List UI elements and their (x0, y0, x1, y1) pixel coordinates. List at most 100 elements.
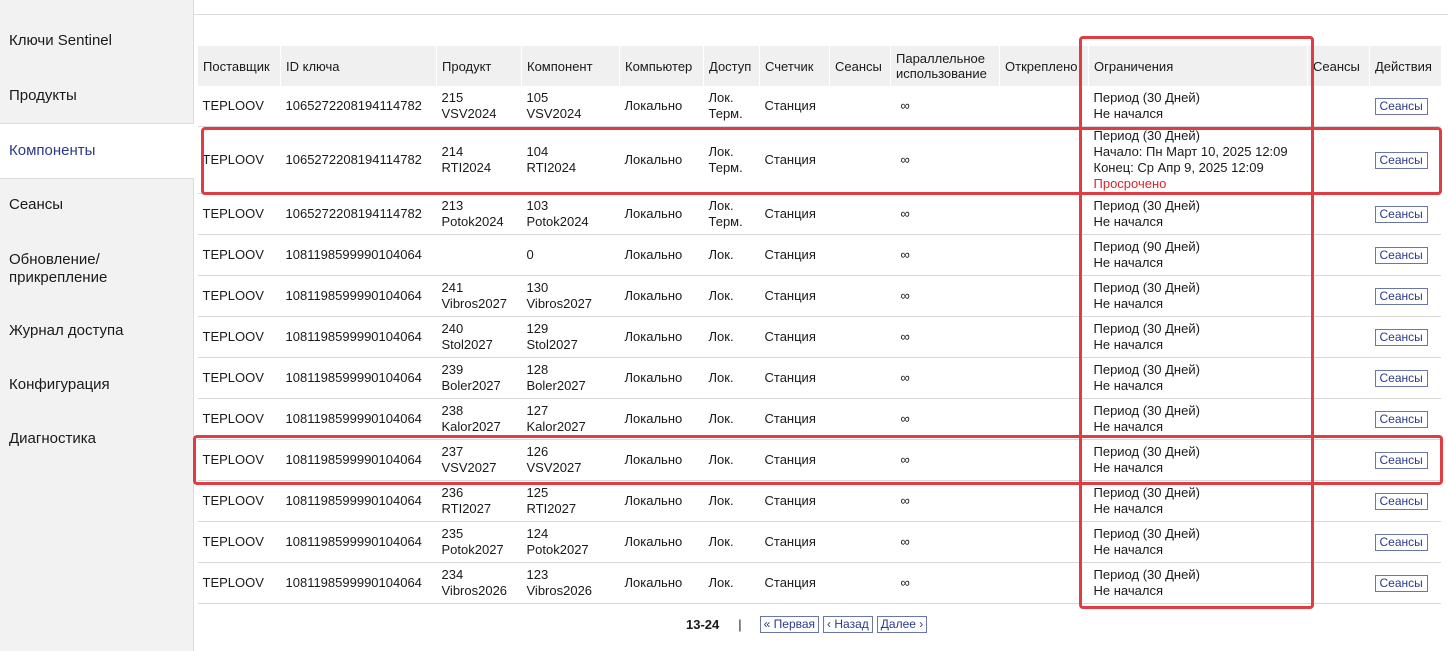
sessions-button[interactable]: Сеансы (1374, 492, 1428, 510)
cell-vendor: TEPLOOV (197, 398, 281, 440)
cell-product-line: Kalor2027 (441, 419, 501, 434)
cell-detached (999, 275, 1089, 317)
sessions-button[interactable]: Сеансы (1374, 205, 1428, 223)
cell-limits-line: Период (30 Дней) (1093, 128, 1200, 143)
page-range: 13-24 (686, 616, 720, 632)
cell-counter: Станция (759, 357, 830, 399)
col-header-counter[interactable]: Счетчик (759, 46, 830, 86)
cell-key-id: 1081198599990104064 (280, 357, 437, 399)
cell-limits-line: Не начался (1093, 419, 1163, 434)
col-header-detached[interactable]: Откреплено (999, 46, 1089, 86)
cell-key-id: 1081198599990104064 (280, 275, 437, 317)
cell-sessions-2 (1307, 398, 1370, 440)
cell-counter: Станция (759, 126, 830, 194)
sidebar-item-components[interactable]: Компоненты (0, 123, 194, 179)
cell-concurrent-line: ∞ (900, 370, 910, 385)
cell-limits-line: Не начался (1093, 501, 1163, 516)
cell-limits-line: Не начался (1093, 583, 1163, 598)
cell-detached (999, 398, 1089, 440)
cell-computer-line: Локально (624, 206, 683, 221)
cell-key-id-line: 1081198599990104064 (285, 534, 422, 549)
cell-computer: Локально (619, 398, 704, 440)
cell-computer: Локально (619, 86, 704, 127)
sidebar-item-sentinel-keys[interactable]: Ключи Sentinel (0, 32, 193, 49)
col-header-access[interactable]: Доступ (703, 46, 760, 86)
cell-limits: Период (30 Дней) Начало: Пн Март 10, 2025… (1088, 126, 1308, 194)
sidebar-item-diagnostics[interactable]: Диагностика (0, 430, 193, 447)
cell-product-line: Potok2027 (441, 542, 504, 557)
cell-product-line: 213 (441, 198, 464, 213)
table-row: TEPLOOV 1065272208194114782 215 VSV2024 105 V… (197, 86, 1441, 127)
cell-access-line: Терм. (708, 214, 743, 229)
table-row: TEPLOOV 1081198599990104064 238 Kalor2027 12… (197, 398, 1441, 440)
sidebar-item-access-log[interactable]: Журнал доступа (0, 322, 193, 339)
col-header-product[interactable]: Продукт (436, 46, 522, 86)
sidebar-item-update-attach[interactable]: Обновление/ прикрепление (0, 251, 193, 287)
cell-computer-line: Локально (624, 493, 683, 508)
cell-component: 130 Vibros2027 (521, 275, 620, 317)
sidebar-item-configuration[interactable]: Конфигурация (0, 376, 193, 393)
cell-component: 103 Potok2024 (521, 193, 620, 235)
sessions-button[interactable]: Сеансы (1374, 246, 1428, 264)
first-page-button[interactable]: « Первая (759, 615, 820, 633)
cell-component-line: Vibros2027 (526, 296, 593, 311)
sessions-button[interactable]: Сеансы (1374, 410, 1428, 428)
cell-vendor: TEPLOOV (197, 234, 281, 276)
sessions-button[interactable]: Сеансы (1374, 151, 1428, 169)
cell-counter-line: Станция (764, 247, 816, 262)
cell-sessions-2 (1307, 480, 1370, 522)
col-header-component[interactable]: Компонент (521, 46, 620, 86)
cell-component: 129 Stol2027 (521, 316, 620, 358)
cell-product-line: 235 (441, 526, 464, 541)
cell-sessions-2 (1307, 316, 1370, 358)
cell-vendor: TEPLOOV (197, 193, 281, 235)
col-header-concurrent[interactable]: Параллельное использование (890, 46, 1000, 86)
sidebar-item-sessions[interactable]: Сеансы (0, 196, 193, 213)
cell-component-line: Vibros2026 (526, 583, 593, 598)
cell-access-line: Лок. (708, 370, 734, 385)
col-header-computer[interactable]: Компьютер (619, 46, 704, 86)
table-row: TEPLOOV 1081198599990104064 240 Stol2027 129… (197, 316, 1441, 358)
cell-computer: Локально (619, 439, 704, 481)
prev-page-button[interactable]: ‹ Назад (823, 615, 873, 633)
sessions-button[interactable]: Сеансы (1374, 533, 1428, 551)
cell-product: 213 Potok2024 (436, 193, 522, 235)
next-page-button[interactable]: Далее › (876, 615, 928, 633)
cell-component-line: 124 (526, 526, 549, 541)
col-header-sessions-2[interactable]: Сеансы (1307, 46, 1370, 86)
cell-vendor: TEPLOOV (197, 521, 281, 563)
cell-component: 124 Potok2027 (521, 521, 620, 563)
cell-limits: Период (30 Дней) Не начался (1088, 86, 1308, 127)
sessions-button[interactable]: Сеансы (1374, 574, 1428, 592)
cell-component: 126 VSV2027 (521, 439, 620, 481)
cell-actions: Сеансы (1369, 275, 1441, 317)
sessions-button[interactable]: Сеансы (1374, 369, 1428, 387)
sessions-button[interactable]: Сеансы (1374, 328, 1428, 346)
sessions-button[interactable]: Сеансы (1374, 287, 1428, 305)
cell-access-line: Лок. (708, 198, 734, 213)
cell-counter: Станция (759, 480, 830, 522)
cell-computer-line: Локально (624, 411, 683, 426)
col-header-key-id[interactable]: ID ключа (280, 46, 437, 86)
cell-counter-line: Станция (764, 329, 816, 344)
col-header-sessions[interactable]: Сеансы (829, 46, 891, 86)
cell-component-line: VSV2027 (526, 460, 582, 475)
cell-key-id: 1065272208194114782 (280, 86, 437, 127)
cell-component-line: 130 (526, 280, 549, 295)
sessions-button[interactable]: Сеансы (1374, 97, 1428, 115)
cell-counter-line: Станция (764, 534, 816, 549)
cell-concurrent-line: ∞ (900, 452, 910, 467)
cell-component: 127 Kalor2027 (521, 398, 620, 440)
cell-counter: Станция (759, 439, 830, 481)
cell-computer-line: Локально (624, 534, 683, 549)
cell-key-id-line: 1081198599990104064 (285, 493, 422, 508)
cell-counter-line: Станция (764, 575, 816, 590)
cell-sessions (829, 521, 891, 563)
sidebar-item-products[interactable]: Продукты (0, 87, 193, 104)
col-header-limits[interactable]: Ограничения (1088, 46, 1308, 86)
cell-concurrent: ∞ (890, 562, 1000, 604)
sessions-button[interactable]: Сеансы (1374, 451, 1428, 469)
cell-limits-line: Период (90 Дней) (1093, 239, 1200, 254)
col-header-vendor[interactable]: Поставщик (197, 46, 281, 86)
cell-vendor-line: TEPLOOV (202, 329, 264, 344)
